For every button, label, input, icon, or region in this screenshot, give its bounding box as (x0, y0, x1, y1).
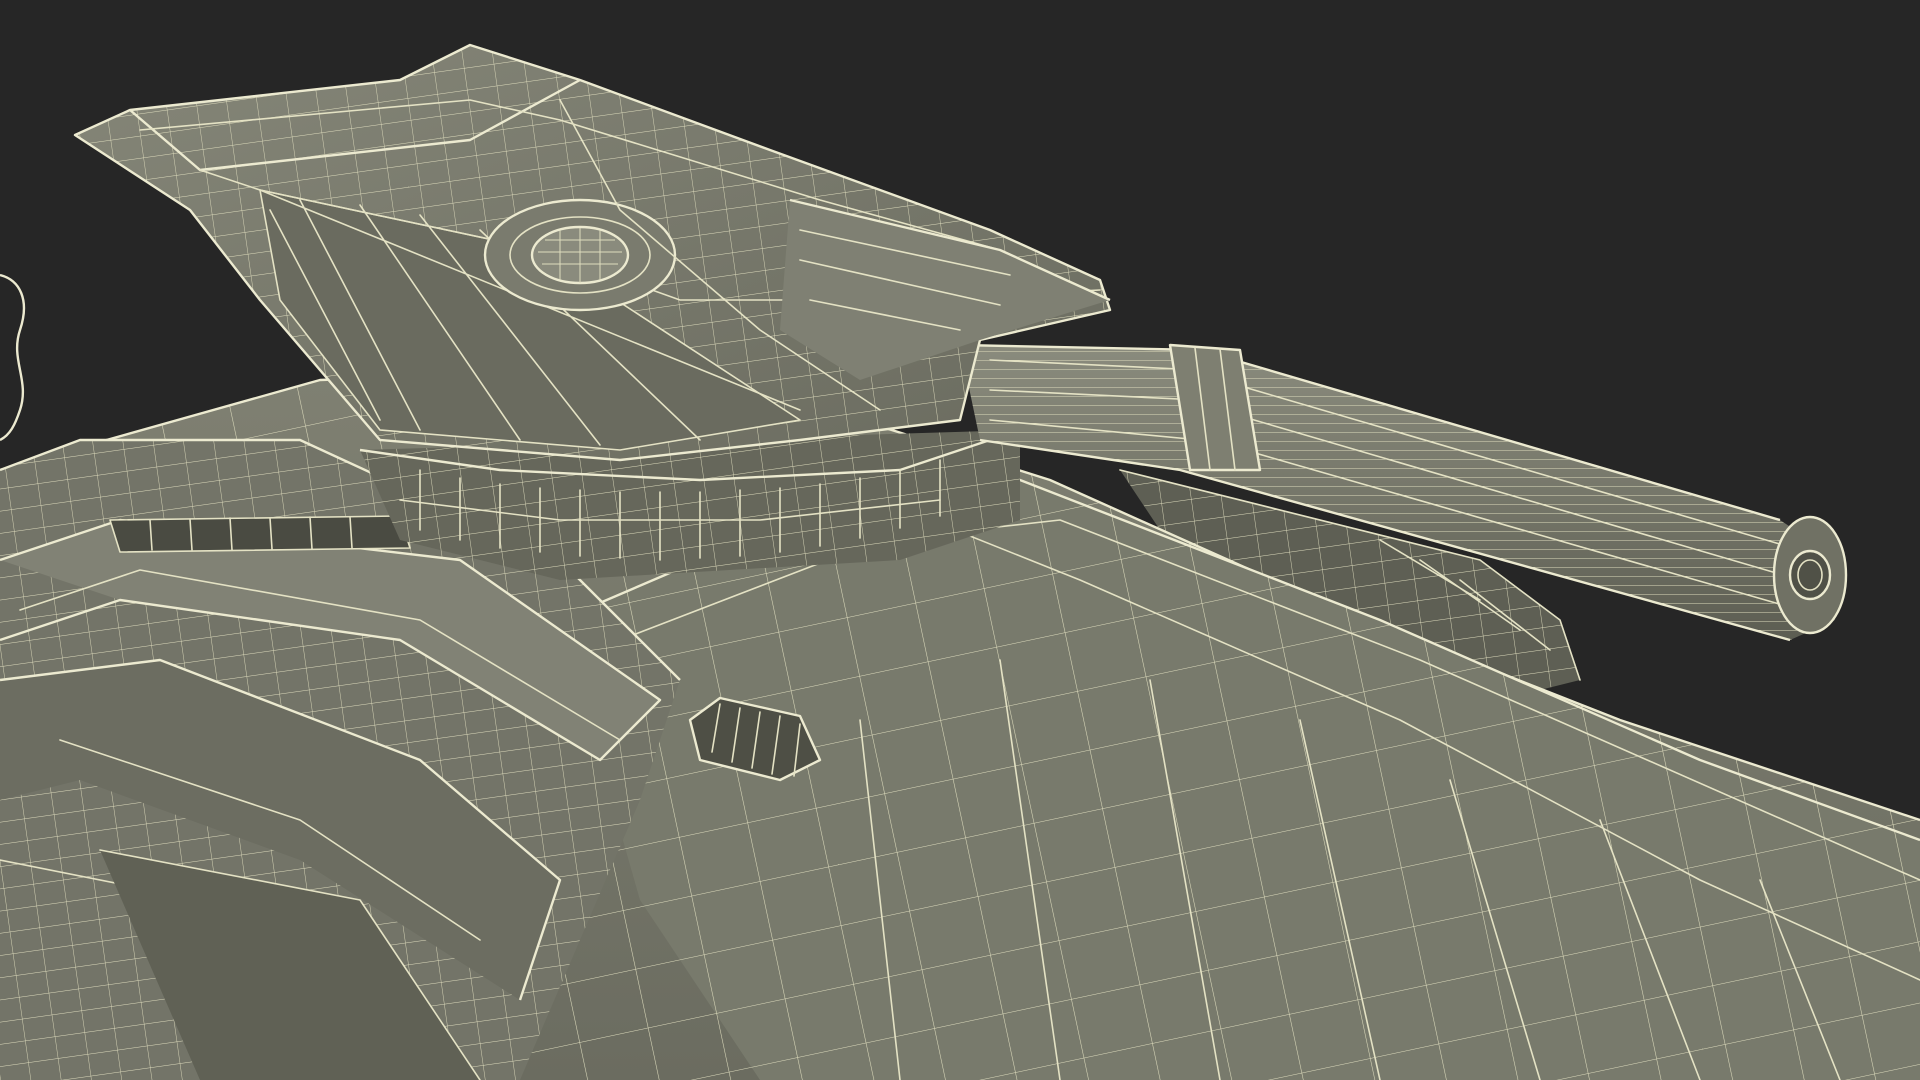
muzzle-end (1772, 515, 1848, 635)
turret-housing (73, 43, 1112, 462)
render-viewport (0, 0, 1920, 1080)
tank-wireframe-render (0, 43, 1920, 1080)
commander-hatch (483, 198, 677, 312)
antenna-cable (0, 273, 26, 442)
left-vent-strip (109, 515, 411, 553)
